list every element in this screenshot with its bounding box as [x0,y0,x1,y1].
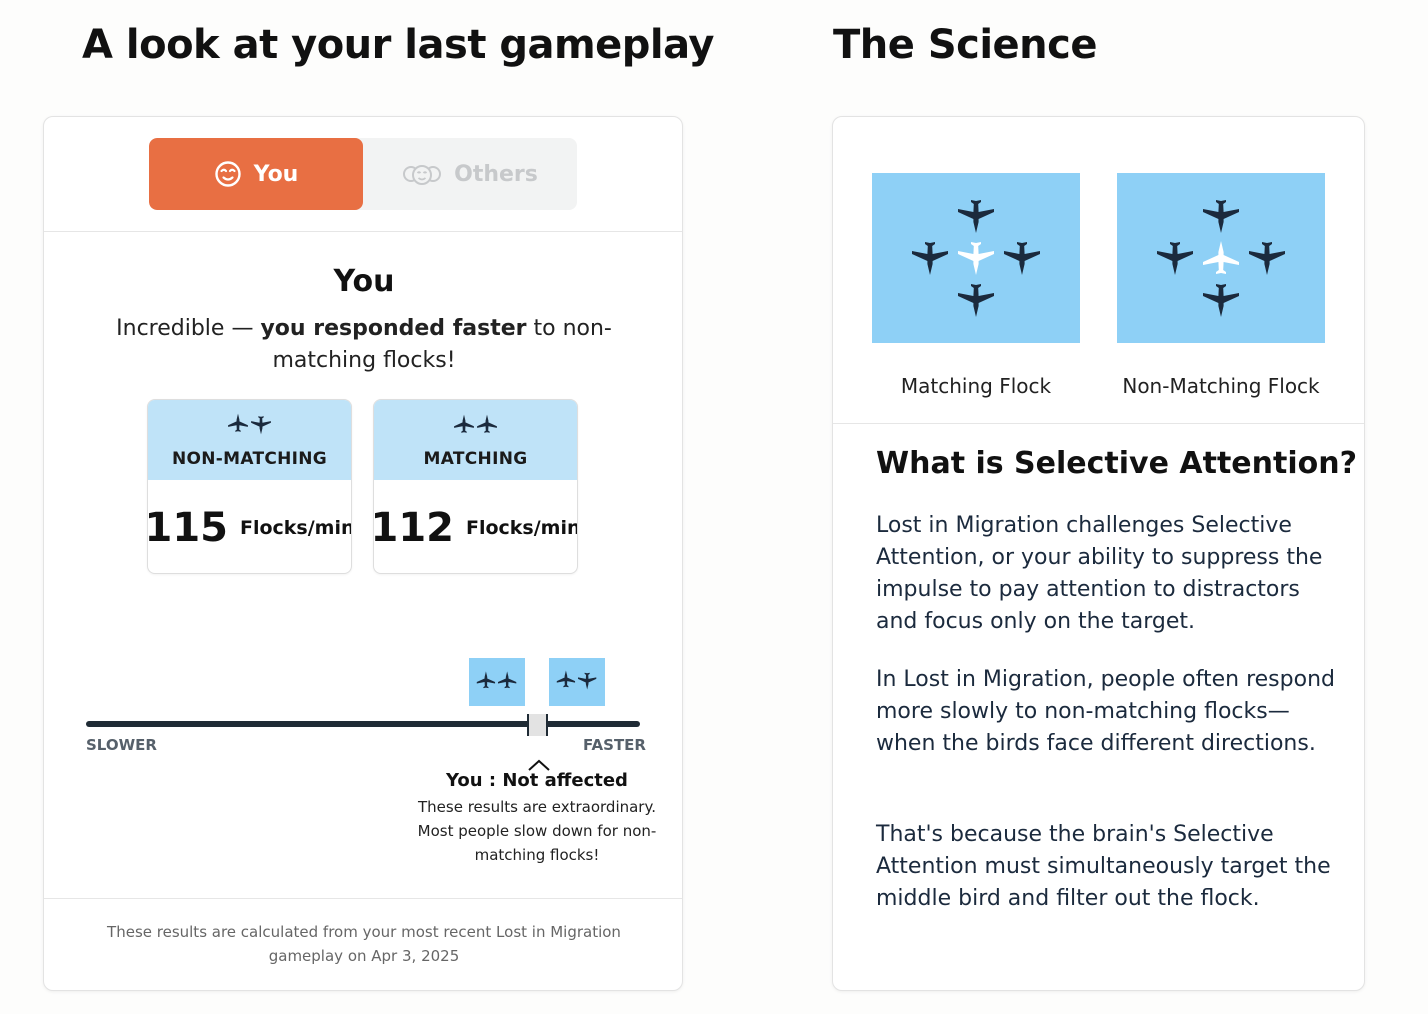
result-message: Incredible — you responded faster to non… [114,313,614,377]
you-result-label: You : Not affected [446,770,628,791]
non-matching-value: 115 [147,504,228,551]
divider [44,898,682,899]
matching-flock-label: Matching Flock [900,374,1052,398]
selective-attention-title: What is Selective Attention? [876,446,1357,481]
science-paragraph-2: In Lost in Migration, people often respo… [876,667,1335,756]
result-title: You [333,264,395,299]
speed-scale-track [86,721,640,727]
matching-label: MATCHING [423,449,528,469]
view-toggle: You Others [149,138,577,210]
non-matching-birds-icon [226,411,274,441]
non-matching-unit: Flocks/min [239,516,352,539]
non-matching-flock-image [1117,173,1325,343]
matching-marker [469,658,525,706]
others-tab-label: Others [454,161,538,187]
matching-value: 112 [373,504,454,551]
slower-label: SLOWER [86,736,157,754]
matching-birds-icon [474,668,520,696]
matching-birds-icon [452,411,500,441]
result-message-prefix: Incredible — [116,316,261,341]
non-matching-marker [549,658,605,706]
non-matching-birds-icon [554,668,600,696]
faster-label: FASTER [583,736,646,754]
gameplay-card: You Others You Incredible — you responde… [43,116,683,991]
you-result-description: These results are extraordinary. Most pe… [417,798,657,864]
divider [833,423,1364,424]
you-tab[interactable]: You [149,138,363,210]
non-matching-label: NON-MATCHING [171,449,328,469]
calculation-note: These results are calculated from your m… [107,923,621,965]
matching-flock-image [872,173,1080,343]
your-range-indicator [527,714,548,736]
matching-unit: Flocks/min [465,516,578,539]
face-icon [214,160,242,188]
result-message-bold: you responded faster [260,316,527,341]
science-heading: The Science [833,22,1098,68]
others-tab[interactable]: Others [363,138,577,210]
matching-stat-card: MATCHING 112 Flocks/min [373,399,578,574]
group-faces-icon [402,161,442,187]
non-matching-stat-card: NON-MATCHING 115 Flocks/min [147,399,352,574]
you-tab-label: You [253,161,299,187]
gameplay-heading: A look at your last gameplay [82,22,714,68]
science-card: Matching Flock Non-Matching Flock What i… [832,116,1365,991]
science-paragraph-1: Lost in Migration challenges Selective A… [876,513,1323,634]
science-paragraph-3: That's because the brain's Selective Att… [876,822,1331,911]
divider [44,231,682,232]
non-matching-flock-label: Non-Matching Flock [1122,374,1320,398]
